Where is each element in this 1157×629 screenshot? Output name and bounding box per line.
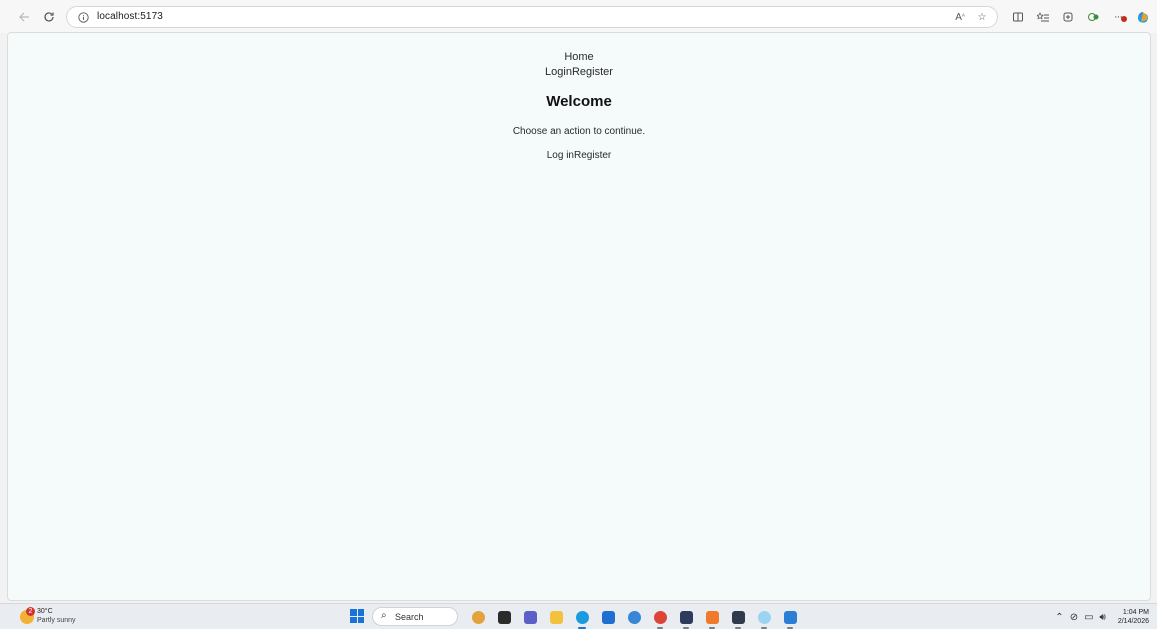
file-explorer-dark-icon[interactable]: [494, 607, 514, 627]
taskbar-search[interactable]: ⌕ Search: [372, 607, 458, 626]
chevron-up-icon[interactable]: ⌃: [1055, 612, 1063, 623]
refresh-icon[interactable]: [39, 7, 59, 27]
search-icon: ⌕: [381, 610, 387, 621]
windows-start-icon[interactable]: [350, 609, 364, 623]
action-links: Log inRegister: [8, 150, 1150, 161]
collections-icon[interactable]: [1058, 7, 1078, 27]
page-title: Welcome: [546, 93, 612, 110]
paint-icon[interactable]: [624, 607, 644, 627]
react-app-icon[interactable]: [754, 607, 774, 629]
notification-badge: 2: [26, 607, 35, 616]
taskbar: 2 30°C Partly sunny ⌕ Search ⌃ ⊘ ▭ 🔊︎ 1:…: [0, 603, 1157, 629]
edge-icon[interactable]: [572, 607, 592, 629]
chrome-icon[interactable]: [650, 607, 670, 629]
browser-toolbar: localhost:5173 Aᴬ ☆ ···: [0, 0, 1157, 33]
search-label: Search: [395, 612, 424, 622]
xampp-icon[interactable]: [702, 607, 722, 629]
more-icon[interactable]: ···: [1108, 7, 1128, 27]
copilot-icon[interactable]: [1133, 7, 1153, 27]
favorites-list-icon[interactable]: [1033, 7, 1053, 27]
back-arrow-icon[interactable]: [14, 7, 34, 27]
info-icon[interactable]: [76, 10, 90, 24]
taskbar-apps: [468, 607, 800, 629]
nav-auth-links: LoginRegister: [8, 66, 1150, 78]
clock[interactable]: 1:04 PM 2/14/2026: [1118, 608, 1149, 626]
nav-login-link[interactable]: Login: [545, 66, 572, 78]
vscode-icon[interactable]: [780, 607, 800, 629]
weather-temp: 30°C: [37, 608, 53, 615]
weather-condition: Partly sunny: [37, 617, 76, 624]
extensions-icon[interactable]: [1083, 7, 1103, 27]
nav-register-link[interactable]: Register: [572, 66, 613, 78]
sql-icon[interactable]: [676, 607, 696, 629]
store-icon[interactable]: [598, 607, 618, 627]
display-icon[interactable]: ▭: [1084, 612, 1093, 623]
volume-icon[interactable]: 🔊︎: [1100, 612, 1106, 623]
terminal-icon[interactable]: [728, 607, 748, 629]
system-tray: ⌃ ⊘ ▭ 🔊︎ 1:04 PM 2/14/2026: [1055, 606, 1149, 628]
url-text[interactable]: localhost:5173: [97, 11, 163, 22]
widgets-icon[interactable]: [468, 607, 488, 627]
split-screen-icon[interactable]: [1008, 7, 1028, 27]
weather-widget[interactable]: 2 30°C Partly sunny: [17, 607, 97, 627]
nav-home-link[interactable]: Home: [8, 51, 1150, 63]
teams-icon[interactable]: [520, 607, 540, 627]
page-viewport: Home LoginRegister Welcome Choose an act…: [7, 32, 1151, 601]
star-icon[interactable]: ☆: [973, 9, 991, 25]
address-bar[interactable]: localhost:5173 Aᴬ ☆: [66, 6, 998, 28]
login-action-link[interactable]: Log in: [547, 150, 574, 161]
page-subtitle: Choose an action to continue.: [512, 126, 646, 137]
read-aloud-icon[interactable]: Aᴬ: [951, 9, 969, 25]
no-network-icon[interactable]: ⊘: [1070, 612, 1078, 623]
clock-time: 1:04 PM: [1122, 609, 1149, 616]
clock-date: 2/14/2026: [1117, 618, 1149, 625]
register-action-link[interactable]: Register: [574, 150, 611, 161]
file-explorer-icon[interactable]: [546, 607, 566, 627]
